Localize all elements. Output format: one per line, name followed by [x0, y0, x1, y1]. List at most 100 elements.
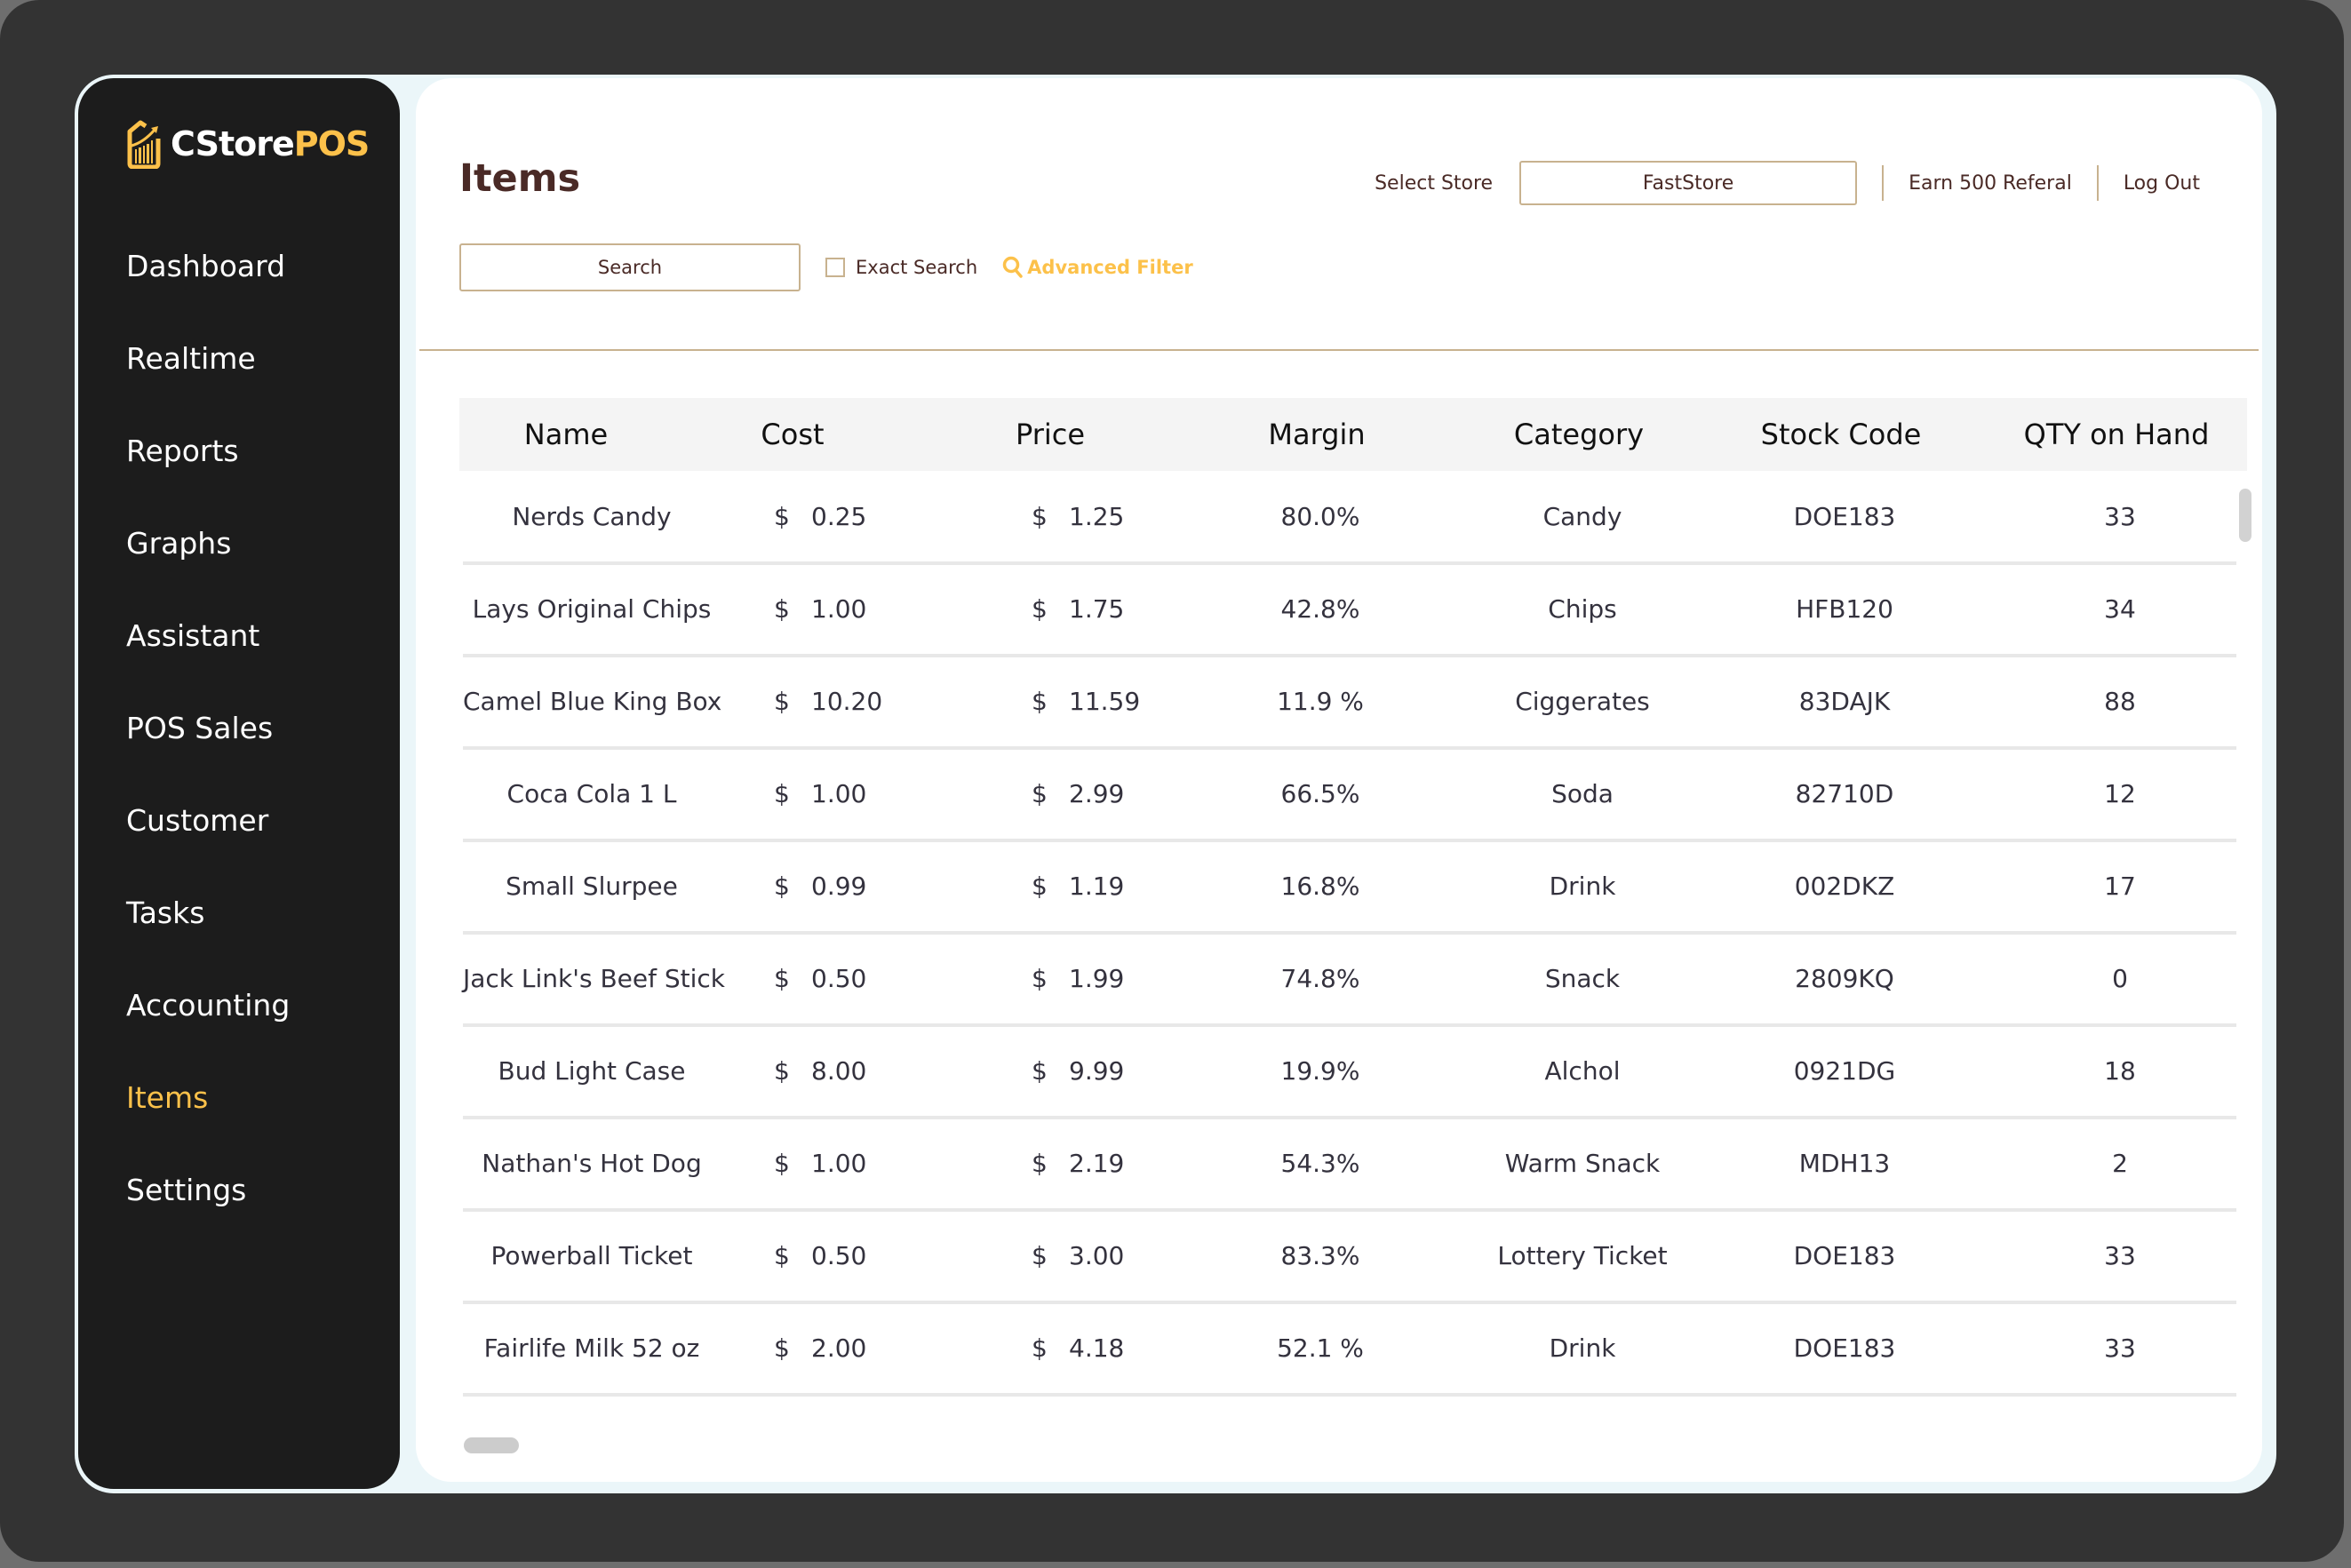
top-bar: Select Store FastStore Earn 500 Referal …	[1375, 160, 2200, 206]
cell-qty: 33	[2104, 502, 2136, 531]
cell-cost: $0.50	[774, 1212, 916, 1301]
logout-link[interactable]: Log Out	[2124, 172, 2200, 195]
amount: 9.99	[1069, 1056, 1125, 1086]
currency-symbol: $	[1032, 1056, 1048, 1086]
sidebar-item-settings[interactable]: Settings	[126, 1144, 290, 1237]
currency-symbol: $	[774, 872, 790, 901]
cell-category: Drink	[1549, 872, 1616, 901]
cell-price: $1.75	[1032, 565, 1191, 654]
amount: 2.19	[1069, 1149, 1125, 1178]
amount: 10.20	[811, 687, 883, 716]
cell-qty: 0	[2112, 964, 2128, 993]
table-row[interactable]: Lays Original Chips $1.00 $1.75 42.8% Chips H…	[463, 565, 2236, 657]
table-row[interactable]: Nerds Candy $0.25 $1.25 80.0% Candy DOE183 33	[463, 473, 2236, 565]
header-divider	[419, 349, 2259, 351]
amount: 1.00	[811, 779, 867, 808]
column-header-qty[interactable]: QTY on Hand	[1996, 398, 2236, 471]
advanced-filter-button[interactable]: Advanced Filter	[1002, 256, 1193, 279]
amount: 1.75	[1069, 594, 1125, 624]
column-header-stock-code[interactable]: Stock Code	[1739, 398, 1943, 471]
table-row[interactable]: Camel Blue King Box $10.20 $11.59 11.9 % Cig…	[463, 657, 2236, 750]
referral-link[interactable]: Earn 500 Referal	[1909, 172, 2072, 195]
cell-name: Nathan's Hot Dog	[482, 1149, 702, 1178]
column-header-name[interactable]: Name	[477, 398, 655, 471]
cell-stock-code: 83DAJK	[1798, 687, 1891, 716]
amount: 11.59	[1069, 687, 1141, 716]
sidebar-item-items[interactable]: Items	[126, 1052, 290, 1144]
cell-category: Chips	[1548, 594, 1617, 624]
cell-category: Alchol	[1544, 1056, 1621, 1086]
currency-symbol: $	[1032, 1333, 1048, 1363]
cell-margin: 83.3%	[1280, 1241, 1360, 1270]
currency-symbol: $	[1032, 1241, 1048, 1270]
column-header-price[interactable]: Price	[984, 398, 1117, 471]
amount: 4.18	[1069, 1333, 1125, 1363]
cell-margin: 54.3%	[1280, 1149, 1360, 1178]
cell-stock-code: 002DKZ	[1794, 872, 1895, 901]
cell-price: $3.00	[1032, 1212, 1191, 1301]
cell-qty: 88	[2104, 687, 2136, 716]
store-chart-icon	[127, 120, 161, 169]
cell-name: Coca Cola 1 L	[506, 779, 677, 808]
currency-symbol: $	[774, 779, 790, 808]
sidebar-item-accounting[interactable]: Accounting	[126, 959, 290, 1052]
cell-qty: 18	[2104, 1056, 2136, 1086]
cell-price: $2.19	[1032, 1119, 1191, 1208]
amount: 0.50	[811, 964, 867, 993]
search-row: Exact Search Advanced Filter	[459, 243, 1193, 291]
amount: 1.25	[1069, 502, 1125, 531]
amount: 1.19	[1069, 872, 1125, 901]
cell-category: Soda	[1551, 779, 1614, 808]
column-header-cost[interactable]: Cost	[735, 398, 850, 471]
column-header-category[interactable]: Category	[1481, 398, 1677, 471]
sidebar-item-customer[interactable]: Customer	[126, 775, 290, 867]
cell-stock-code: 0921DG	[1793, 1056, 1896, 1086]
amount: 1.00	[811, 1149, 867, 1178]
column-header-margin[interactable]: Margin	[1232, 398, 1401, 471]
currency-symbol: $	[774, 594, 790, 624]
horizontal-scrollbar[interactable]	[464, 1437, 519, 1453]
main-content: Items Select Store FastStore Earn 500 Re…	[416, 78, 2262, 1482]
cell-margin: 66.5%	[1280, 779, 1360, 808]
sidebar-item-pos-sales[interactable]: POS Sales	[126, 682, 290, 775]
cell-cost: $1.00	[774, 750, 916, 839]
sidebar-item-dashboard[interactable]: Dashboard	[126, 220, 290, 313]
search-input[interactable]	[459, 243, 801, 291]
sidebar-item-realtime[interactable]: Realtime	[126, 313, 290, 405]
cell-price: $9.99	[1032, 1027, 1191, 1116]
cell-cost: $8.00	[774, 1027, 916, 1116]
sidebar-item-tasks[interactable]: Tasks	[126, 867, 290, 959]
table-row[interactable]: Fairlife Milk 52 oz $2.00 $4.18 52.1 % Drink…	[463, 1304, 2236, 1397]
amount: 2.00	[811, 1333, 867, 1363]
table-row[interactable]: Jack Link's Beef Stick $0.50 $1.99 74.8% Sna…	[463, 935, 2236, 1027]
cell-name: Small Slurpee	[506, 872, 678, 901]
cell-name: Powerball Ticket	[490, 1241, 693, 1270]
cell-price: $1.19	[1032, 842, 1191, 931]
cell-price: $1.99	[1032, 935, 1191, 1023]
table-row[interactable]: Bud Light Case $8.00 $9.99 19.9% Alchol 0921D…	[463, 1027, 2236, 1119]
exact-search-checkbox[interactable]	[825, 258, 845, 277]
table-row[interactable]: Powerball Ticket $0.50 $3.00 83.3% Lottery T…	[463, 1212, 2236, 1304]
table-row[interactable]: Nathan's Hot Dog $1.00 $2.19 54.3% Warm Snac…	[463, 1119, 2236, 1212]
cell-name: Jack Link's Beef Stick	[463, 964, 726, 993]
cell-stock-code: HFB120	[1796, 594, 1893, 624]
sidebar-item-graphs[interactable]: Graphs	[126, 497, 290, 590]
cell-cost: $10.20	[774, 657, 916, 746]
store-select[interactable]: FastStore	[1519, 161, 1858, 205]
amount: 2.99	[1069, 779, 1125, 808]
brand-logo[interactable]: CStorePOS	[124, 119, 370, 169]
sidebar-item-reports[interactable]: Reports	[126, 405, 290, 497]
amount: 1.00	[811, 594, 867, 624]
vertical-scrollbar[interactable]	[2239, 489, 2251, 542]
cell-cost: $1.00	[774, 1119, 916, 1208]
currency-symbol: $	[774, 1149, 790, 1178]
currency-symbol: $	[774, 1241, 790, 1270]
amount: 0.25	[811, 502, 867, 531]
sidebar-item-assistant[interactable]: Assistant	[126, 590, 290, 682]
cell-category: Ciggerates	[1515, 687, 1650, 716]
cell-stock-code: DOE183	[1793, 502, 1896, 531]
cell-margin: 52.1 %	[1277, 1333, 1364, 1363]
table-row[interactable]: Small Slurpee $0.99 $1.19 16.8% Drink 002DKZ 1…	[463, 842, 2236, 935]
amount: 1.99	[1069, 964, 1125, 993]
table-row[interactable]: Coca Cola 1 L $1.00 $2.99 66.5% Soda 82710D 12	[463, 750, 2236, 842]
